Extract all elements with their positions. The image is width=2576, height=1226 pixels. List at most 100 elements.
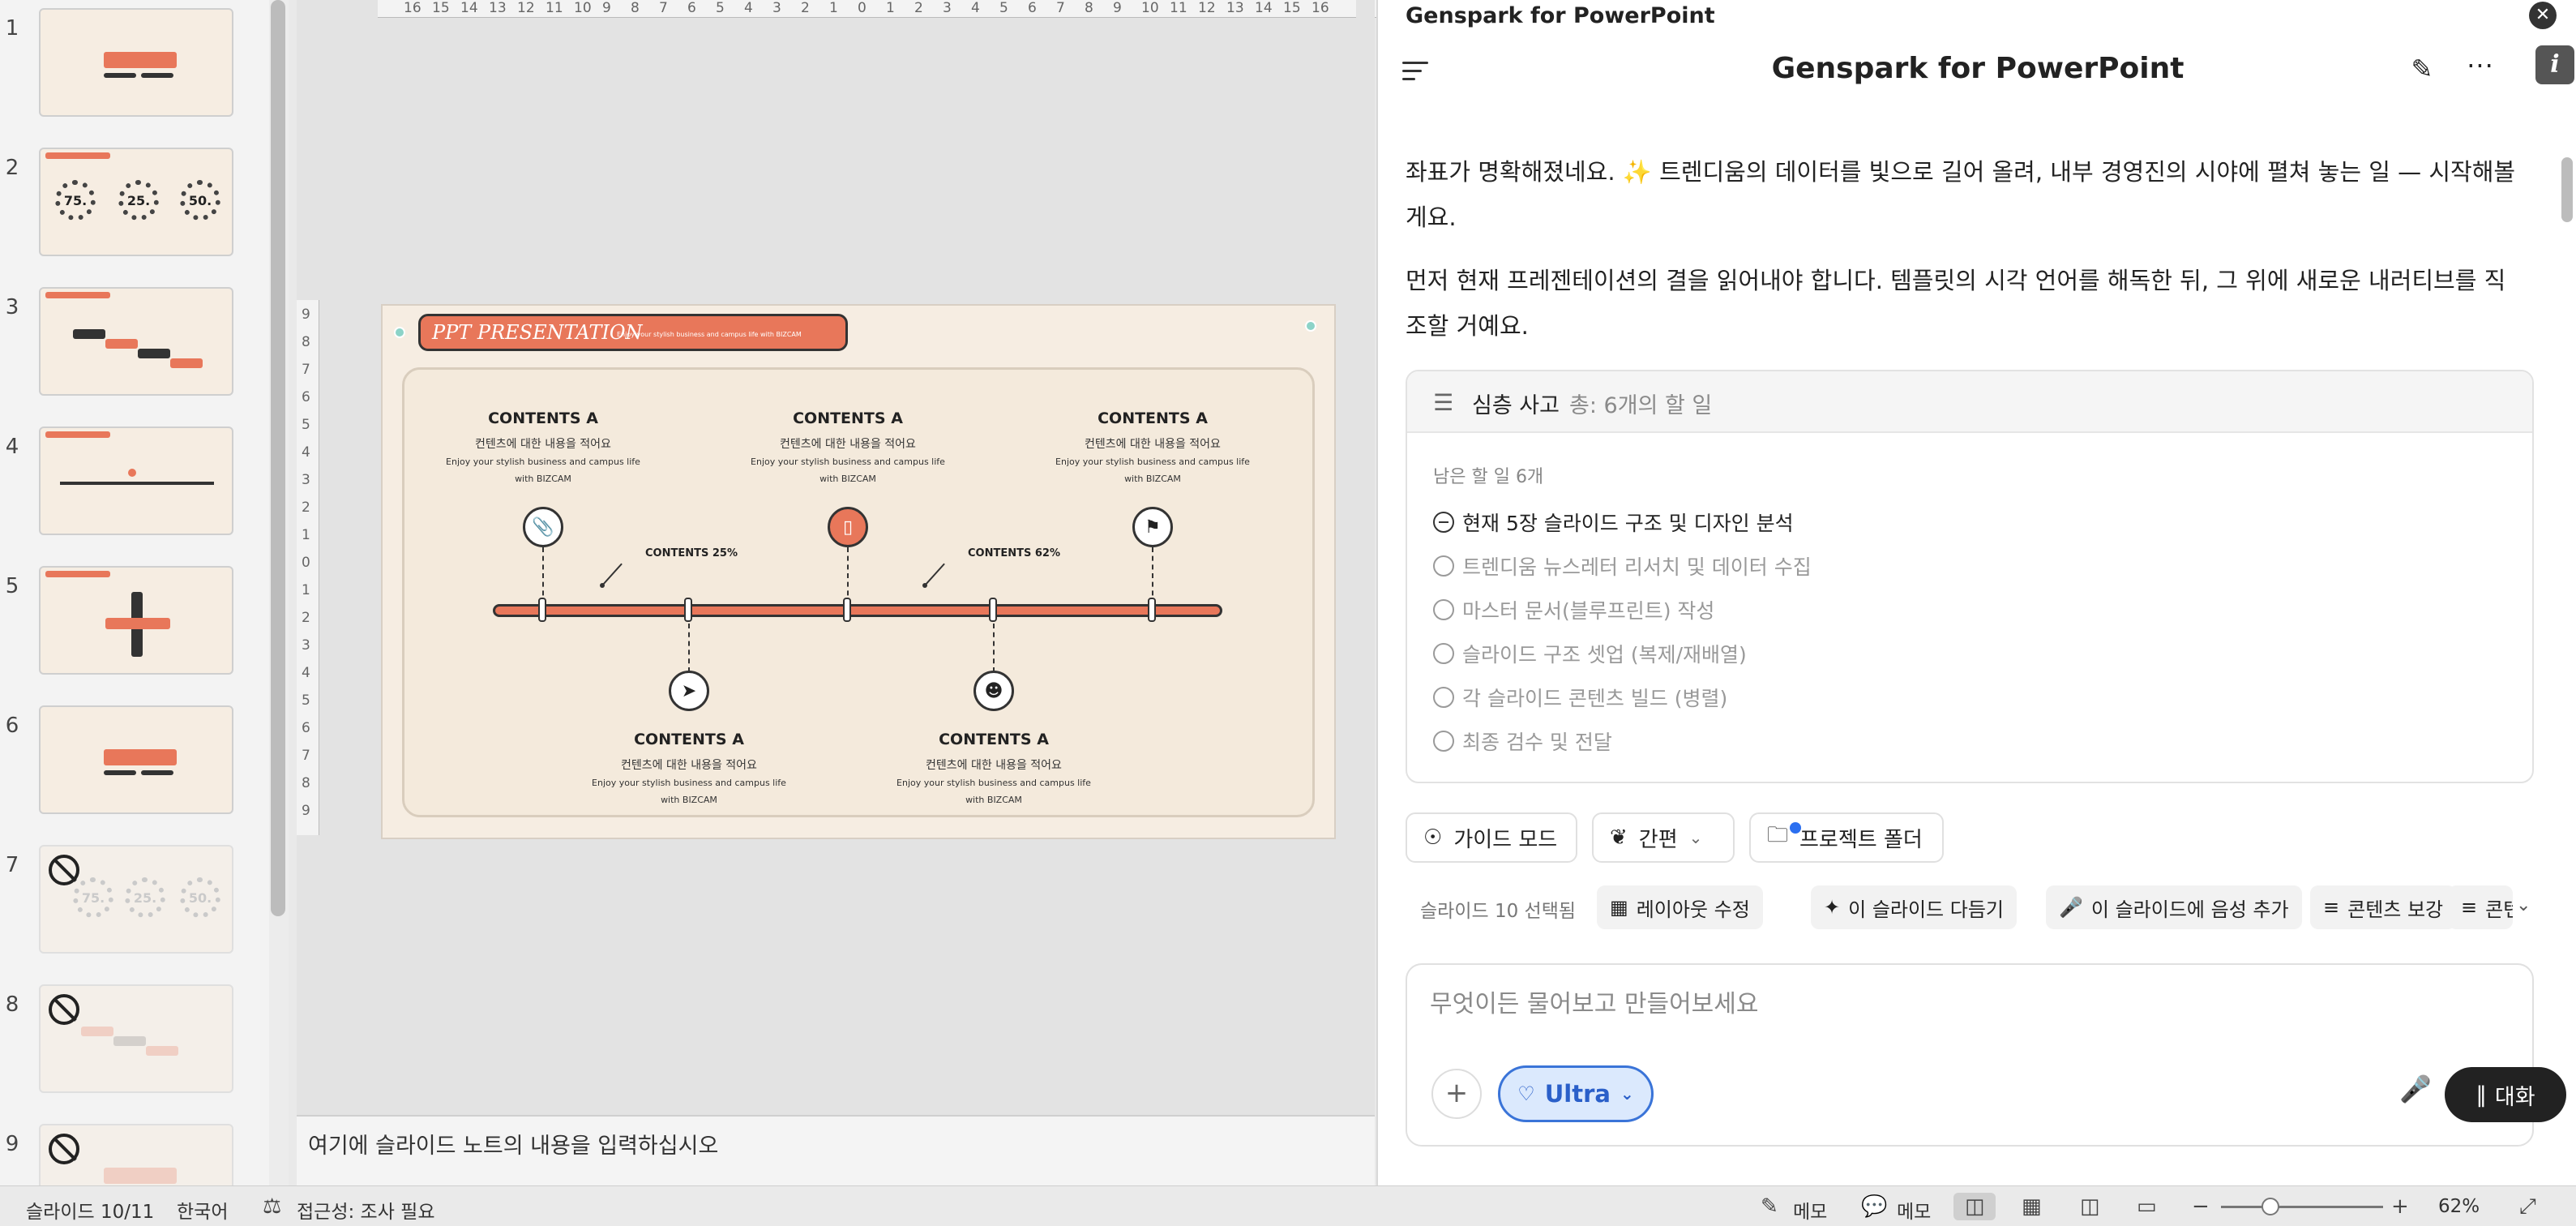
thumbnail-row-1[interactable]: 1 xyxy=(0,8,243,122)
more-actions-button[interactable]: ≡ 콘텐 xyxy=(2448,885,2513,929)
timeline-bar[interactable] xyxy=(493,604,1222,617)
block-korean-text[interactable]: 컨텐츠에 대한 내용을 적어요 xyxy=(896,757,1091,773)
slideshow-icon[interactable]: ▭ xyxy=(2137,1194,2157,1219)
notes-placeholder[interactable]: 여기에 슬라이드 노트의 내용을 입력하십시오 xyxy=(308,1128,718,1160)
paperclip-icon[interactable]: 📎 xyxy=(523,507,563,547)
fit-to-window-icon[interactable]: ⤢ xyxy=(2519,1194,2536,1220)
block-english-text[interactable]: Enjoy your stylish business and campus l… xyxy=(751,453,945,487)
language-indicator[interactable]: 한국어 xyxy=(177,1196,228,1224)
ruler-tick-label: 15 xyxy=(1283,0,1301,16)
add-attachment-button[interactable]: + xyxy=(1431,1069,1482,1119)
guide-mode-button[interactable]: ☉ 가이드 모드 xyxy=(1406,812,1577,863)
timeline-tick xyxy=(1148,598,1156,622)
task-list-card: ☰ 심층 사고 총: 6개의 할 일 남은 할 일 6개 현재 5장 슬라이드 … xyxy=(1406,370,2534,783)
thumbnail-row-6[interactable]: 6 xyxy=(0,705,243,819)
zoom-out-icon[interactable]: − xyxy=(2192,1194,2210,1219)
zoom-slider[interactable] xyxy=(2221,1206,2383,1208)
polish-slide-button[interactable]: ✦ 이 슬라이드 다듬기 xyxy=(1811,885,2018,929)
ruler-tick-label: 7 xyxy=(1056,0,1065,16)
more-options-icon[interactable]: ··· xyxy=(2464,50,2497,83)
ruler-tick-label: 13 xyxy=(489,0,507,16)
editor-scrollbar[interactable] xyxy=(1356,0,1375,1115)
ruler-tick-label: 3 xyxy=(302,472,310,488)
layout-icon: ▦ xyxy=(1610,896,1628,919)
block-english-text[interactable]: Enjoy your stylish business and campus l… xyxy=(592,774,786,808)
paper-plane-icon[interactable]: ➤ xyxy=(669,671,709,711)
thumbnail-row-8[interactable]: 8 xyxy=(0,984,243,1098)
voice-chat-button[interactable]: ‖ 대화 xyxy=(2445,1067,2566,1122)
slide-thumbnail[interactable]: 75. 25. 50. xyxy=(39,148,233,256)
task-card-header[interactable]: ☰ 심층 사고 총: 6개의 할 일 xyxy=(1407,371,2532,433)
chat-input[interactable] xyxy=(1430,986,2484,1022)
thumbnail-number: 2 xyxy=(5,156,19,180)
lightbulb-icon: ☉ xyxy=(1423,825,1443,850)
slide-title[interactable]: PPT PRESENTATION xyxy=(432,321,643,344)
model-selector[interactable]: ♡ Ultra ⌄ xyxy=(1498,1065,1654,1122)
concise-mode-dropdown[interactable]: ❦ 간편 ⌄ xyxy=(1592,812,1735,863)
zoom-slider-thumb[interactable] xyxy=(2261,1198,2279,1215)
slide-thumbnail[interactable] xyxy=(39,566,233,675)
slide-sorter-icon[interactable]: ▦ xyxy=(2022,1194,2042,1219)
block-heading[interactable]: CONTENTS A xyxy=(1055,409,1250,427)
block-korean-text[interactable]: 컨텐츠에 대한 내용을 적어요 xyxy=(446,435,640,452)
block-heading[interactable]: CONTENTS A xyxy=(751,409,945,427)
bookmark-icon[interactable]: ⚑ xyxy=(1132,507,1173,547)
thumbnail-row-2[interactable]: 2 75. 25. 50. xyxy=(0,148,243,261)
ruler-tick-label: 5 xyxy=(999,0,1008,16)
zoom-in-icon[interactable]: + xyxy=(2391,1194,2409,1219)
assistant-message: 좌표가 명확해졌네요. ✨ 트렌디움의 데이터를 빛으로 길어 올려, 내부 경… xyxy=(1406,158,2516,231)
ruler-tick-label: 7 xyxy=(302,748,310,764)
thumbnail-row-3[interactable]: 3 xyxy=(0,287,243,401)
block-heading[interactable]: CONTENTS A xyxy=(592,731,786,748)
thumbnail-row-4[interactable]: 4 xyxy=(0,427,243,540)
chat-composer: + ♡ Ultra ⌄ 🎤 ‖ 대화 xyxy=(1406,963,2566,1147)
person-icon[interactable]: ☻ xyxy=(973,671,1014,711)
slide-thumbnail[interactable] xyxy=(39,705,233,814)
project-folder-button[interactable]: 🗀 프로젝트 폴더 xyxy=(1749,812,1944,863)
block-english-text[interactable]: Enjoy your stylish business and campus l… xyxy=(446,453,640,487)
accessibility-status[interactable]: 접근성: 조사 필요 xyxy=(297,1196,435,1224)
block-korean-text[interactable]: 컨텐츠에 대한 내용을 적어요 xyxy=(1055,435,1250,452)
percent-label[interactable]: CONTENTS 62% xyxy=(968,547,1060,559)
add-voice-button[interactable]: 🎤 이 슬라이드에 음성 추가 xyxy=(2046,885,2302,929)
notes-toggle[interactable]: 메모 xyxy=(1793,1196,1827,1224)
panel-window-title: Genspark for PowerPoint xyxy=(1406,3,1715,28)
thumbnail-row-5[interactable]: 5 xyxy=(0,566,243,679)
block-heading[interactable]: CONTENTS A xyxy=(896,731,1091,748)
checklist-icon: ☰ xyxy=(1433,389,1454,416)
info-icon[interactable]: i xyxy=(2535,45,2574,84)
block-heading[interactable]: CONTENTS A xyxy=(446,409,640,427)
thumbnail-row-7[interactable]: 7 75. 25. 50. xyxy=(0,845,243,958)
comments-toggle[interactable]: 메모 xyxy=(1897,1196,1931,1224)
thumbnail-row-9[interactable]: 9 xyxy=(0,1124,243,1185)
block-korean-text[interactable]: 컨텐츠에 대한 내용을 적어요 xyxy=(751,435,945,452)
new-chat-icon[interactable]: ✎ xyxy=(2406,54,2438,86)
block-english-text[interactable]: Enjoy your stylish business and campus l… xyxy=(1055,453,1250,487)
reading-view-icon[interactable]: ◫ xyxy=(2080,1194,2100,1219)
ruler-tick-label: 2 xyxy=(914,0,923,16)
slide-subtitle[interactable]: Enjoy your stylish business and campus l… xyxy=(617,331,802,338)
decor-dot xyxy=(1305,320,1316,332)
thumb-value: 75. xyxy=(73,877,113,918)
speaker-notes-pane[interactable]: 여기에 슬라이드 노트의 내용을 입력하십시오 xyxy=(297,1115,1375,1185)
block-english-text[interactable]: Enjoy your stylish business and campus l… xyxy=(896,774,1091,808)
mobile-phone-icon[interactable]: ▯ xyxy=(828,507,868,547)
panel-title: Genspark for PowerPoint xyxy=(1771,52,2184,85)
close-icon[interactable]: ✕ xyxy=(2529,2,2557,29)
magic-wand-icon: ✦ xyxy=(1824,896,1841,919)
slide-thumbnail[interactable] xyxy=(39,8,233,117)
percent-label[interactable]: CONTENTS 25% xyxy=(645,547,738,559)
zoom-level[interactable]: 62% xyxy=(2438,1196,2480,1217)
slide-thumbnail[interactable] xyxy=(39,427,233,535)
microphone-icon[interactable]: 🎤 xyxy=(2398,1074,2433,1114)
thumbnail-scrollbar-thumb[interactable] xyxy=(271,0,285,916)
current-slide[interactable]: PPT PRESENTATION Enjoy your stylish busi… xyxy=(381,304,1336,839)
slide-title-banner[interactable]: PPT PRESENTATION Enjoy your stylish busi… xyxy=(418,314,848,351)
edit-layout-button[interactable]: ▦ 레이아웃 수정 xyxy=(1597,885,1763,929)
task-label: 슬라이드 구조 셋업 (복제/재배열) xyxy=(1462,643,1747,667)
chevron-down-icon[interactable]: ⌄ xyxy=(2516,895,2531,915)
block-korean-text[interactable]: 컨텐츠에 대한 내용을 적어요 xyxy=(592,757,786,773)
panel-scrollbar[interactable] xyxy=(2561,157,2573,222)
slide-thumbnail[interactable] xyxy=(39,287,233,396)
enhance-content-button[interactable]: ≡ 콘텐츠 보강 xyxy=(2310,885,2457,929)
